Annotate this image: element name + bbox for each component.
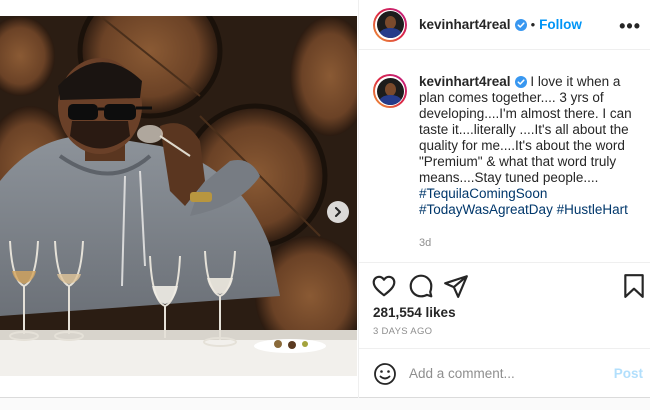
follow-button[interactable]: Follow	[539, 17, 582, 32]
action-bar	[359, 262, 650, 310]
caption-body: I love it when a plan comes together....…	[419, 74, 632, 185]
heart-icon[interactable]	[371, 273, 397, 299]
verified-badge-icon	[514, 76, 527, 89]
post-photo	[0, 16, 357, 376]
comment-bar: Post	[359, 348, 650, 398]
carousel-next-icon	[335, 207, 341, 217]
likes-count[interactable]: 281,554 likes	[373, 305, 456, 320]
caption-username-link[interactable]: kevinhart4real	[419, 74, 511, 89]
post-image[interactable]	[0, 16, 357, 376]
separator-dot: •	[530, 17, 536, 32]
carousel-next-button[interactable]	[327, 201, 349, 223]
avatar[interactable]	[373, 7, 407, 42]
caption-avatar[interactable]	[373, 74, 407, 108]
comment-input[interactable]	[409, 366, 599, 381]
instagram-post: kevinhart4real • Follow ••• kevinhart4re…	[0, 0, 650, 398]
share-icon[interactable]	[443, 273, 469, 299]
post-header: kevinhart4real • Follow •••	[359, 0, 650, 50]
bookmark-icon[interactable]	[621, 273, 647, 299]
post-age[interactable]: 3d	[419, 237, 431, 249]
comment-icon[interactable]	[408, 273, 434, 299]
hashtag-link[interactable]: #HustleHart	[557, 202, 628, 217]
post-comment-button[interactable]: Post	[614, 366, 643, 381]
post-sidebar: kevinhart4real • Follow ••• kevinhart4re…	[358, 0, 650, 398]
hashtag-link[interactable]: #TodayWasAgreatDay	[419, 202, 553, 217]
emoji-icon[interactable]	[373, 362, 397, 386]
username-link[interactable]: kevinhart4real	[419, 17, 511, 32]
caption: kevinhart4real I love it when a plan com…	[373, 74, 645, 218]
hashtag-link[interactable]: #TequilaComingSoon	[419, 186, 547, 201]
post-date[interactable]: 3 DAYS AGO	[373, 326, 432, 337]
caption-text: kevinhart4real I love it when a plan com…	[419, 74, 645, 218]
more-options-icon[interactable]: •••	[619, 16, 641, 37]
verified-badge-icon	[514, 18, 527, 31]
